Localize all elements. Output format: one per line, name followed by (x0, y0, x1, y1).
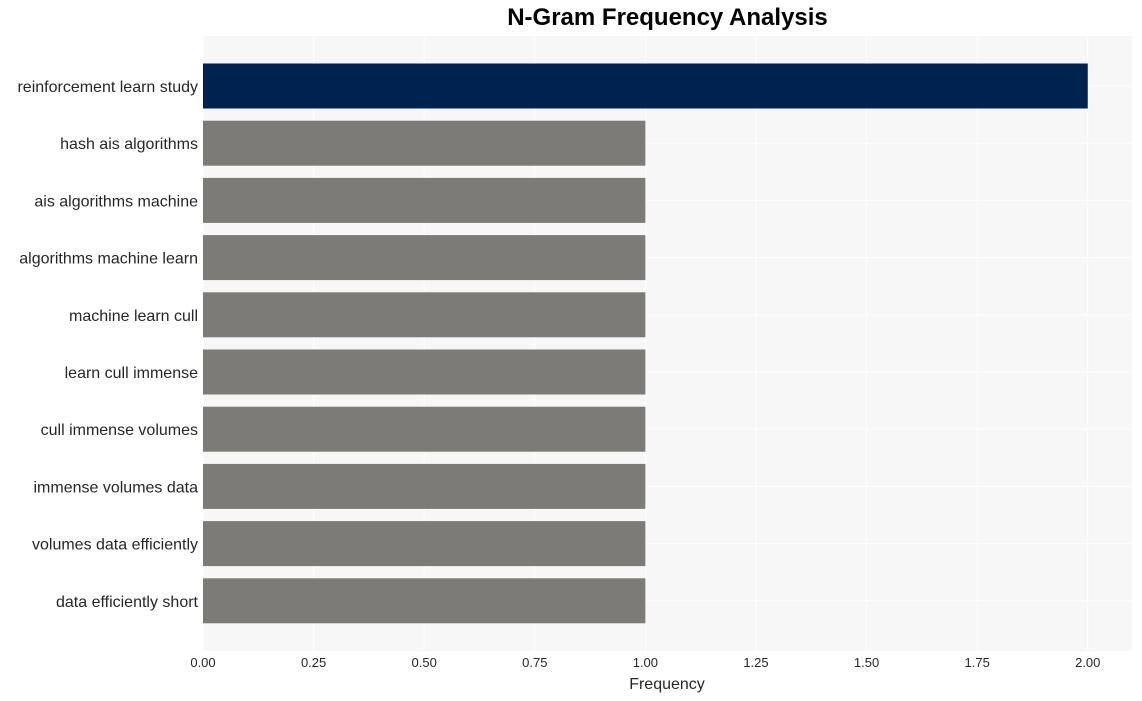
y-tick-label: volumes data efficiently (32, 537, 198, 554)
x-tick-label: 1.50 (854, 655, 879, 670)
x-tick-label: 1.75 (965, 655, 990, 670)
bar (203, 120, 646, 166)
y-tick-label: machine learn cull (69, 308, 198, 325)
bar (203, 463, 646, 509)
bar (203, 349, 646, 395)
bar-chart: reinforcement learn study hash ais algori… (17, 36, 1132, 693)
x-tick-labels: 0.00 0.25 0.50 0.75 1.00 1.25 1.50 1.75 2.00 (190, 655, 1100, 670)
x-tick-label: 1.00 (633, 655, 658, 670)
y-tick-label: learn cull immense (65, 365, 198, 382)
x-tick-label: 0.50 (412, 655, 437, 670)
bar (203, 292, 646, 338)
x-tick-label: 2.00 (1075, 655, 1100, 670)
bar (203, 521, 646, 567)
y-tick-label: cull immense volumes (41, 422, 198, 439)
y-tick-labels: reinforcement learn study hash ais algori… (17, 79, 198, 611)
bar (203, 177, 646, 223)
x-axis-label: Frequency (629, 676, 705, 693)
y-tick-label: data efficiently short (56, 594, 199, 611)
y-tick-label: ais algorithms machine (34, 193, 198, 210)
y-tick-label: algorithms machine learn (19, 251, 198, 268)
y-tick-label: reinforcement learn study (17, 79, 198, 96)
x-tick-label: 0.00 (190, 655, 215, 670)
y-tick-label: hash ais algorithms (60, 136, 198, 153)
x-tick-label: 0.75 (522, 655, 547, 670)
bar (203, 235, 646, 281)
bar (203, 406, 646, 452)
x-tick-label: 1.25 (743, 655, 768, 670)
bar (203, 578, 646, 624)
x-tick-label: 0.25 (301, 655, 326, 670)
y-tick-label: immense volumes data (33, 479, 198, 496)
bar (203, 63, 1088, 109)
